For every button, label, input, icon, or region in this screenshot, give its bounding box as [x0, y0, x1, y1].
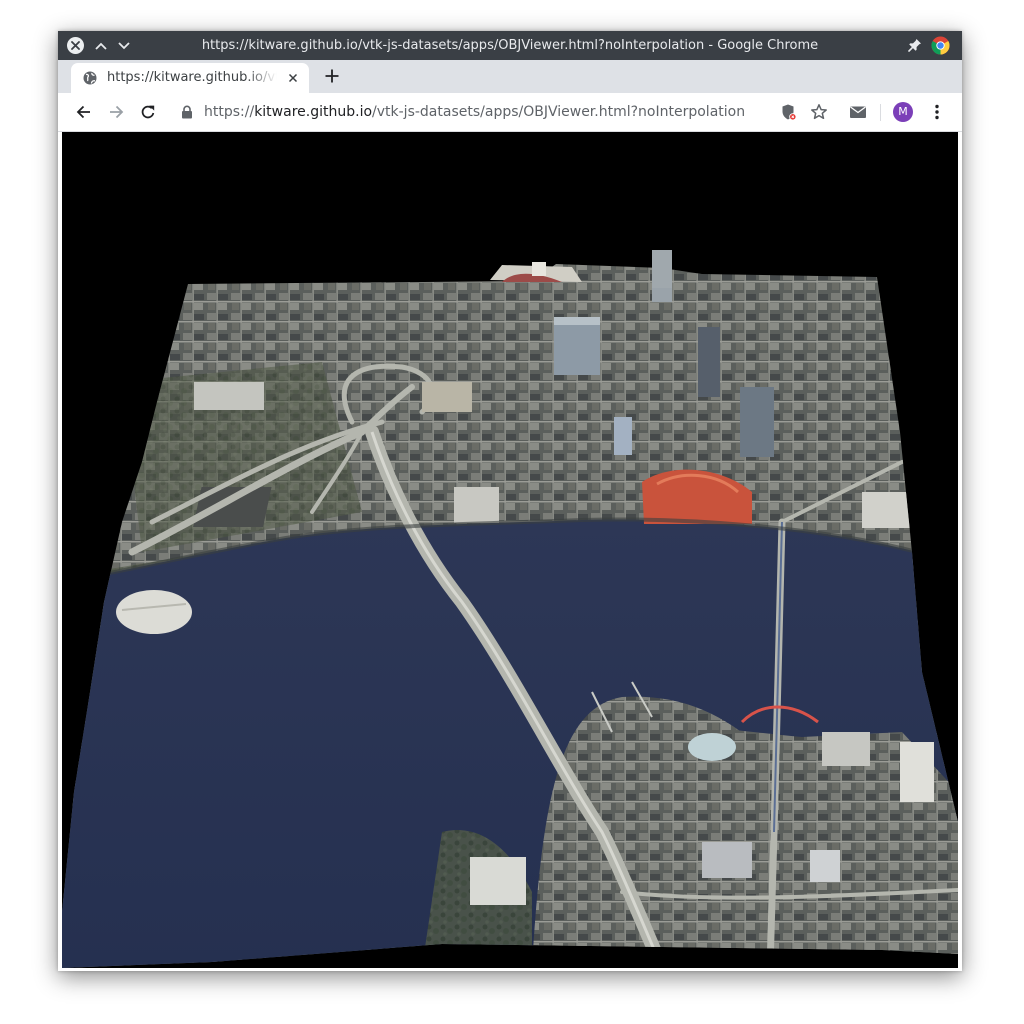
url-host: kitware.github.io [254, 104, 373, 120]
chevron-up-icon [94, 42, 107, 50]
tab-strip: https://kitware.github.io/vtk-js-dataset… [58, 60, 962, 93]
new-tab-button[interactable] [322, 66, 342, 86]
chrome-logo-icon [931, 36, 950, 55]
browser-window: https://kitware.github.io/vtk-js-dataset… [58, 31, 962, 971]
plus-icon [325, 69, 339, 83]
window-maximize-button[interactable] [92, 37, 109, 54]
close-icon[interactable] [286, 71, 300, 85]
lock-icon[interactable] [181, 105, 193, 119]
privacy-badger-icon[interactable] [778, 102, 798, 122]
tab-title: https://kitware.github.io/vtk-js-dataset… [107, 70, 277, 85]
window-close-button[interactable] [67, 37, 84, 54]
url-path: /vtk-js-datasets/apps/OBJViewer.html?noI… [372, 104, 746, 120]
kebab-menu-icon[interactable] [927, 102, 947, 122]
browser-toolbar: https://kitware.github.io/vtk-js-dataset… [58, 93, 962, 132]
pin-icon[interactable] [908, 38, 922, 52]
toolbar-separator [880, 104, 881, 121]
window-title: https://kitware.github.io/vtk-js-dataset… [201, 38, 819, 53]
profile-avatar[interactable]: M [893, 102, 913, 122]
window-minimize-button[interactable] [115, 37, 132, 54]
arrow-left-icon [76, 105, 90, 119]
vtk-render-viewport[interactable] [62, 132, 958, 968]
forward-button[interactable] [106, 102, 126, 122]
star-icon[interactable] [809, 102, 829, 122]
terrain-mesh-render[interactable] [62, 132, 958, 968]
active-tab[interactable]: https://kitware.github.io/vtk-js-dataset… [71, 63, 309, 93]
arrow-right-icon [110, 105, 124, 119]
globe-icon [83, 71, 97, 85]
back-button[interactable] [74, 102, 94, 122]
address-bar[interactable]: https://kitware.github.io/vtk-js-dataset… [168, 98, 768, 126]
window-titlebar: https://kitware.github.io/vtk-js-dataset… [58, 31, 962, 60]
terrain-surface [62, 264, 958, 968]
mail-icon[interactable] [848, 102, 868, 122]
reload-button[interactable] [138, 102, 158, 122]
url-text[interactable]: https://kitware.github.io/vtk-js-dataset… [204, 98, 745, 126]
url-scheme: https:// [204, 104, 255, 120]
close-icon [71, 41, 80, 50]
reload-icon [141, 105, 155, 119]
chevron-down-icon [117, 41, 130, 49]
